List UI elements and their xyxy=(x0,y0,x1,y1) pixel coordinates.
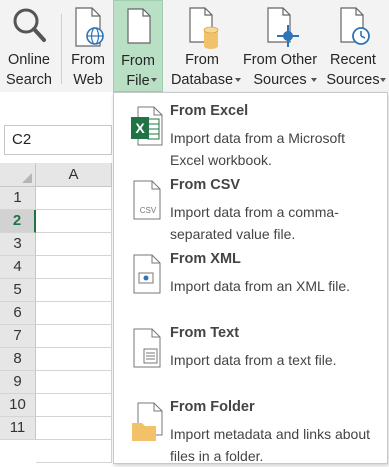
from-file-label: From File xyxy=(121,51,155,91)
svg-text:CSV: CSV xyxy=(140,206,157,215)
from-web-button[interactable]: From Web xyxy=(64,0,112,92)
menu-item-from-text[interactable]: From Text Import data from a text file. xyxy=(114,319,387,389)
row-header[interactable]: 3 xyxy=(0,233,36,256)
network-nodes-icon xyxy=(260,0,300,50)
row-header[interactable]: 8 xyxy=(0,348,36,371)
row-header[interactable]: 4 xyxy=(0,256,36,279)
from-other-sources-label: From Other Sources xyxy=(240,50,320,90)
cell[interactable] xyxy=(36,440,112,463)
from-other-sources-button[interactable]: From Other Sources xyxy=(241,0,319,92)
row-header-selected[interactable]: 2 xyxy=(0,210,36,233)
menu-item-description: Import data from a text file. xyxy=(170,352,337,368)
recent-sources-label: Recent Sources xyxy=(321,50,385,90)
menu-item-title: From Folder xyxy=(170,399,255,415)
from-file-button[interactable]: From File xyxy=(113,0,163,92)
row-header[interactable]: 9 xyxy=(0,371,36,394)
cell[interactable] xyxy=(36,371,112,394)
online-search-button[interactable]: Online Search xyxy=(2,0,56,92)
from-web-label: From Web xyxy=(71,52,105,88)
menu-item-description: Import data from a Microsoft Excel workb… xyxy=(170,130,346,168)
menu-item-title: From Text xyxy=(170,325,240,341)
cell[interactable] xyxy=(36,325,112,348)
cell[interactable] xyxy=(36,187,112,210)
row-header[interactable]: 6 xyxy=(0,302,36,325)
menu-item-title: From Excel xyxy=(170,103,249,119)
from-database-button[interactable]: From Database xyxy=(165,0,241,92)
cell[interactable] xyxy=(36,348,112,371)
row-header[interactable]: 10 xyxy=(0,394,36,417)
svg-text:X: X xyxy=(135,120,145,136)
cell[interactable] xyxy=(36,210,112,233)
menu-item-from-folder[interactable]: From Folder Import metadata and links ab… xyxy=(114,393,387,464)
menu-item-from-xml[interactable]: From XML Import data from an XML file. xyxy=(114,245,387,315)
from-database-label: From Database xyxy=(165,50,239,90)
row-header[interactable]: 1 xyxy=(0,187,36,210)
xml-file-icon xyxy=(126,251,166,297)
ribbon: Online Search From Web From File From Da… xyxy=(0,0,389,92)
menu-item-description: Import metadata and links about files in… xyxy=(170,426,371,464)
from-other-sources-text: From Other Sources xyxy=(242,52,318,88)
menu-item-title: From XML xyxy=(170,251,241,267)
cell[interactable] xyxy=(36,233,112,256)
chevron-down-icon xyxy=(380,78,386,82)
name-box[interactable]: C2 xyxy=(4,125,112,155)
file-icon xyxy=(118,1,158,51)
excel-file-icon: X xyxy=(126,103,166,149)
menu-item-description: Import data from an XML file. xyxy=(170,278,350,294)
cell[interactable] xyxy=(36,279,112,302)
ribbon-separator xyxy=(61,14,62,84)
folder-icon xyxy=(126,399,166,445)
text-file-icon xyxy=(126,325,166,371)
menu-item-title: From CSV xyxy=(170,177,241,193)
magnifier-icon xyxy=(9,0,49,50)
row-header[interactable]: 7 xyxy=(0,325,36,348)
menu-item-description: Import data from a comma-separated value… xyxy=(170,204,339,242)
from-database-text: From Database xyxy=(170,52,234,88)
corner-triangle-icon xyxy=(22,173,32,183)
cell[interactable] xyxy=(36,417,112,440)
select-all-corner[interactable] xyxy=(0,163,36,187)
web-page-icon xyxy=(68,0,108,50)
menu-item-from-excel[interactable]: X From Excel Import data from a Microsof… xyxy=(114,97,387,168)
menu-item-from-csv[interactable]: CSV From CSV Import data from a comma-se… xyxy=(114,171,387,242)
from-file-dropdown-menu: X From Excel Import data from a Microsof… xyxy=(113,92,388,464)
chevron-down-icon xyxy=(311,78,317,82)
cell[interactable] xyxy=(36,256,112,279)
online-search-label: Online Search xyxy=(6,52,52,88)
csv-file-icon: CSV xyxy=(126,177,166,223)
database-icon xyxy=(182,0,222,50)
recent-sources-text: Recent Sources xyxy=(326,52,380,88)
row-header[interactable]: 11 xyxy=(0,417,36,440)
from-file-text: From File xyxy=(121,53,155,89)
recent-sources-button[interactable]: Recent Sources xyxy=(321,0,386,92)
row-header[interactable]: 5 xyxy=(0,279,36,302)
cell[interactable] xyxy=(36,302,112,325)
chevron-down-icon xyxy=(151,78,157,82)
cell[interactable] xyxy=(36,394,112,417)
column-header-a[interactable]: A xyxy=(36,163,112,187)
clock-file-icon xyxy=(333,0,373,50)
